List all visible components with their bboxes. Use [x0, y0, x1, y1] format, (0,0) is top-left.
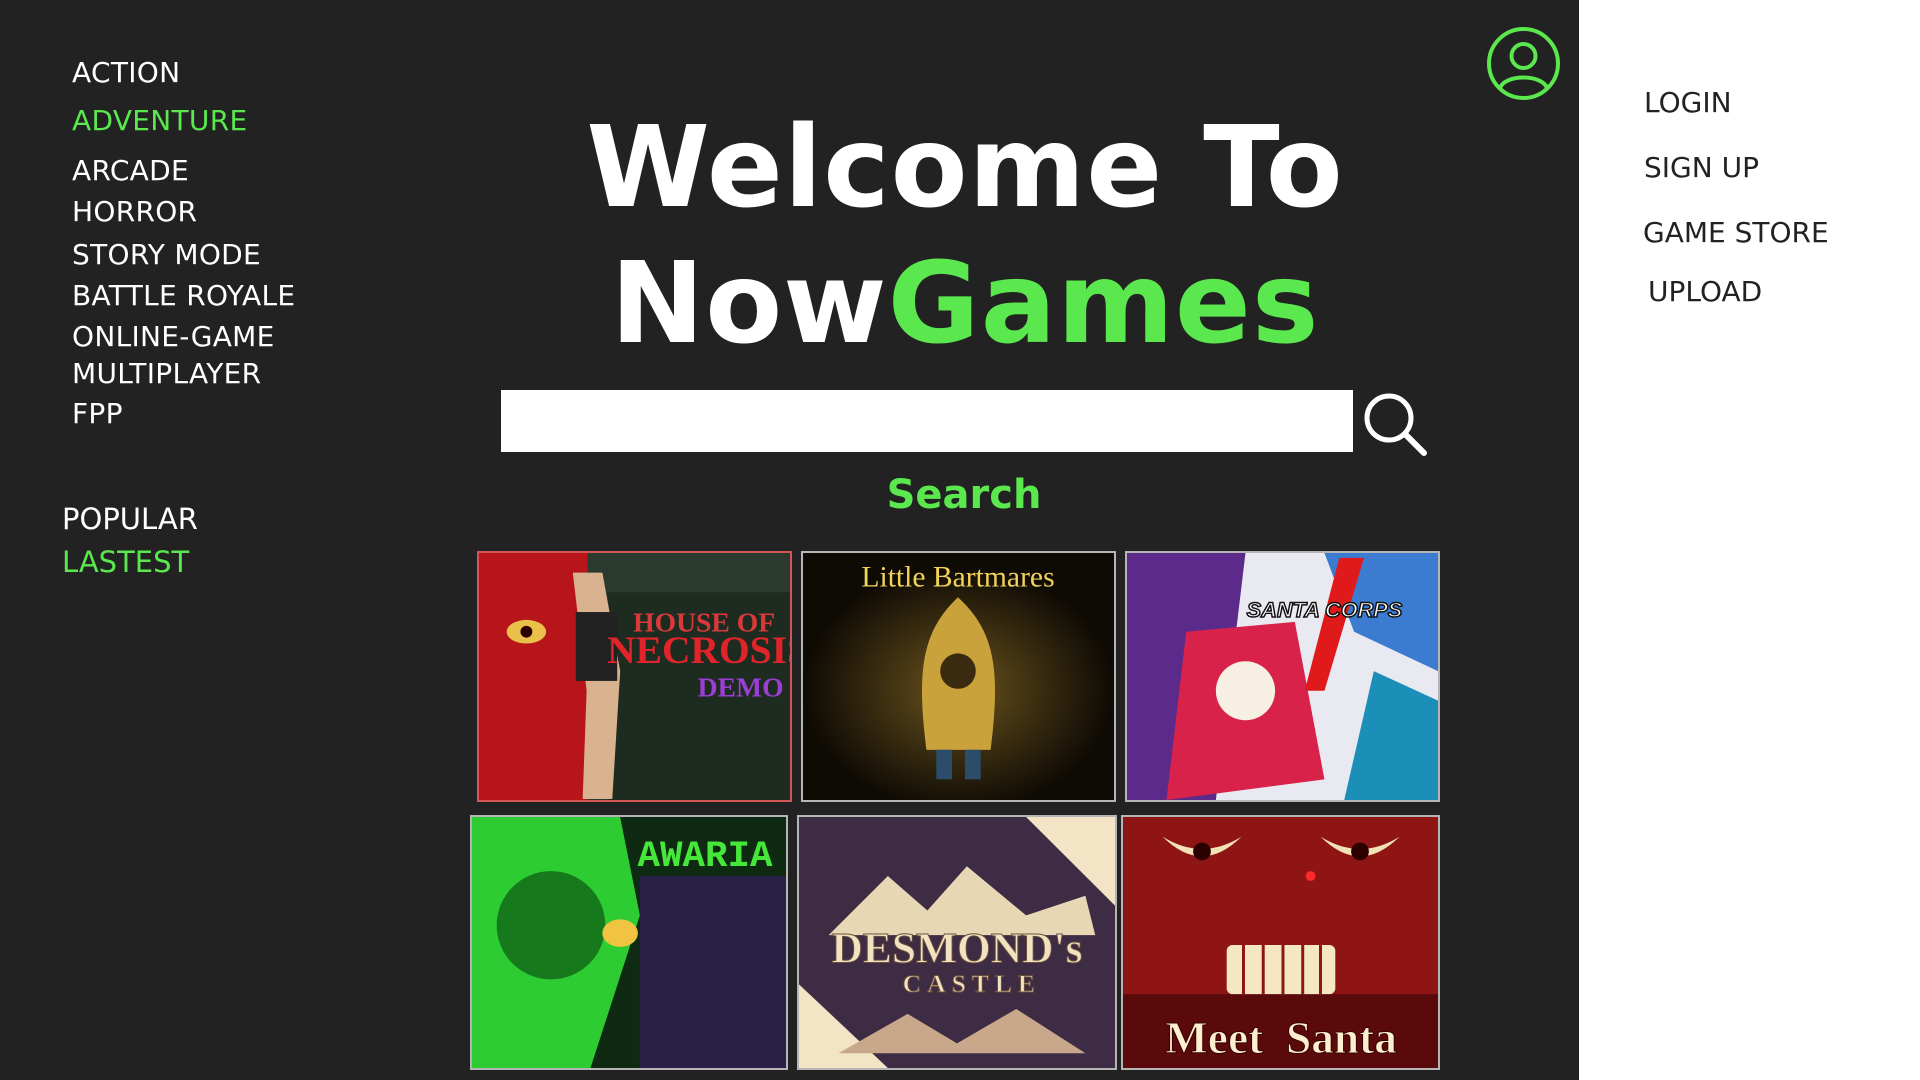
upload-link[interactable]: UPLOAD	[1648, 275, 1762, 308]
cover-text-line1: DESMOND's	[832, 925, 1083, 973]
signup-link[interactable]: SIGN UP	[1644, 151, 1759, 184]
game-tile-meet-santa[interactable]: Meet Santa	[1121, 815, 1440, 1070]
game-cover-awaria: AWARIA	[472, 817, 786, 1068]
cover-text-line2: CASTLE	[903, 969, 1041, 998]
cover-title: Little Bartmares	[861, 561, 1054, 593]
search-icon[interactable]	[1362, 391, 1428, 457]
game-tile-awaria[interactable]: AWARIA	[470, 815, 788, 1070]
game-cover-little-bartmares: Little Bartmares	[803, 553, 1114, 800]
genre-fpp[interactable]: FPP	[72, 397, 123, 430]
hero-title-games: Games	[887, 239, 1320, 369]
game-cover-santa-corps: SANTA CORPS	[1127, 553, 1438, 800]
game-tile-house-of-necrosis[interactable]: HOUSE OF NECROSIS DEMO	[477, 551, 792, 802]
sort-latest[interactable]: LASTEST	[62, 545, 189, 579]
cover-title: SANTA CORPS	[1247, 597, 1403, 622]
genre-action[interactable]: ACTION	[72, 56, 180, 89]
game-cover-meet-santa: Meet Santa	[1123, 817, 1438, 1068]
genre-multiplayer[interactable]: MULTIPLAYER	[72, 357, 261, 390]
user-avatar-icon[interactable]	[1486, 26, 1561, 101]
main-area: ACTION ADVENTURE ARCADE HORROR STORY MOD…	[0, 0, 1579, 1080]
cover-text-line2: NECROSIS	[607, 628, 790, 672]
game-store-link[interactable]: GAME STORE	[1643, 216, 1829, 249]
game-tile-desmonds-castle[interactable]: DESMOND's CASTLE	[797, 815, 1117, 1070]
cover-text-line3: DEMO	[698, 672, 784, 703]
game-cover-house-of-necrosis: HOUSE OF NECROSIS DEMO	[479, 553, 790, 800]
cover-title: Meet Santa	[1165, 1013, 1397, 1063]
game-tile-santa-corps[interactable]: SANTA CORPS	[1125, 551, 1440, 802]
cover-title: AWARIA	[637, 836, 773, 878]
hero-title-now: Now	[610, 239, 888, 369]
game-tile-little-bartmares[interactable]: Little Bartmares	[801, 551, 1116, 802]
right-nav-panel: LOGIN SIGN UP GAME STORE UPLOAD	[1579, 0, 1920, 1080]
search-input[interactable]	[501, 390, 1353, 452]
login-link[interactable]: LOGIN	[1644, 86, 1732, 119]
game-cover-desmonds-castle: DESMOND's CASTLE	[799, 817, 1115, 1068]
